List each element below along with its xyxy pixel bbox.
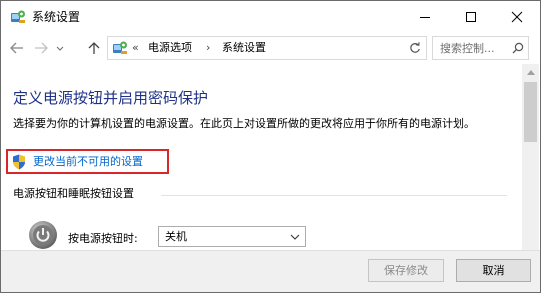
section-title: 电源按钮和睡眠按钮设置 [13,187,134,200]
breadcrumb-item-power-options[interactable]: 电源选项 [148,40,192,56]
chevron-down-icon [56,46,64,51]
minimize-icon [420,17,430,18]
search-box[interactable] [432,36,529,60]
scroll-thumb[interactable] [524,82,537,142]
refresh-button[interactable] [404,36,427,60]
close-button[interactable] [494,1,540,32]
scroll-up-arrow-icon [527,70,535,75]
forward-arrow-icon [35,42,48,54]
recent-locations-button[interactable] [55,40,65,56]
power-button-action-value: 关机 [165,230,187,243]
back-arrow-icon [10,42,23,54]
window-title: 系统设置 [32,10,81,24]
content-area: 定义电源按钮并启用密码保护 选择要为你的计算机设置的电源设置。在此页上对设置所做… [1,64,522,250]
uac-shield-icon [12,154,26,170]
scroll-up-button[interactable] [522,64,539,81]
power-button-label: 按电源按钮时: [68,232,138,245]
breadcrumb-overflow[interactable]: « [132,40,139,56]
navigation-bar: « 电源选项 › 系统设置 [1,33,540,63]
page-description: 选择要为你的计算机设置的电源设置。在此页上对设置所做的更改将应用于你所有的电源计… [13,117,475,130]
maximize-icon [466,12,476,22]
search-input[interactable] [433,37,514,59]
cancel-button[interactable]: 取消 [456,259,531,282]
up-arrow-icon [88,42,100,54]
power-button-action-select[interactable]: 关机 [158,226,306,247]
back-button[interactable] [9,40,25,56]
title-bar: 系统设置 [1,1,540,32]
breadcrumb-separator[interactable]: › [206,40,210,56]
control-panel-icon [10,9,26,25]
up-button[interactable] [86,40,102,56]
control-panel-icon [112,40,128,56]
forward-button[interactable] [33,40,49,56]
address-bar[interactable]: « 电源选项 › 系统设置 [107,36,498,60]
page-title: 定义电源按钮并启用密码保护 [13,89,209,107]
maximize-button[interactable] [448,1,494,32]
search-icon[interactable] [512,42,524,54]
system-settings-window: 系统设置 « 电源选项 › 系统设置 搜索控制... 定义电源按钮并启用密码保护… [0,0,541,293]
footer-bar: 保存修改 取消 [1,250,540,292]
refresh-icon [410,42,420,53]
save-changes-button[interactable]: 保存修改 [368,259,444,282]
change-unavailable-settings-link[interactable]: 更改当前不可用的设置 [33,154,143,170]
close-icon [511,11,523,23]
breadcrumb-item-system-settings[interactable]: 系统设置 [222,40,266,56]
section-divider [161,195,507,196]
power-icon [28,220,58,250]
vertical-scrollbar[interactable] [522,64,539,250]
chevron-down-icon [290,234,300,240]
minimize-button[interactable] [402,1,448,32]
